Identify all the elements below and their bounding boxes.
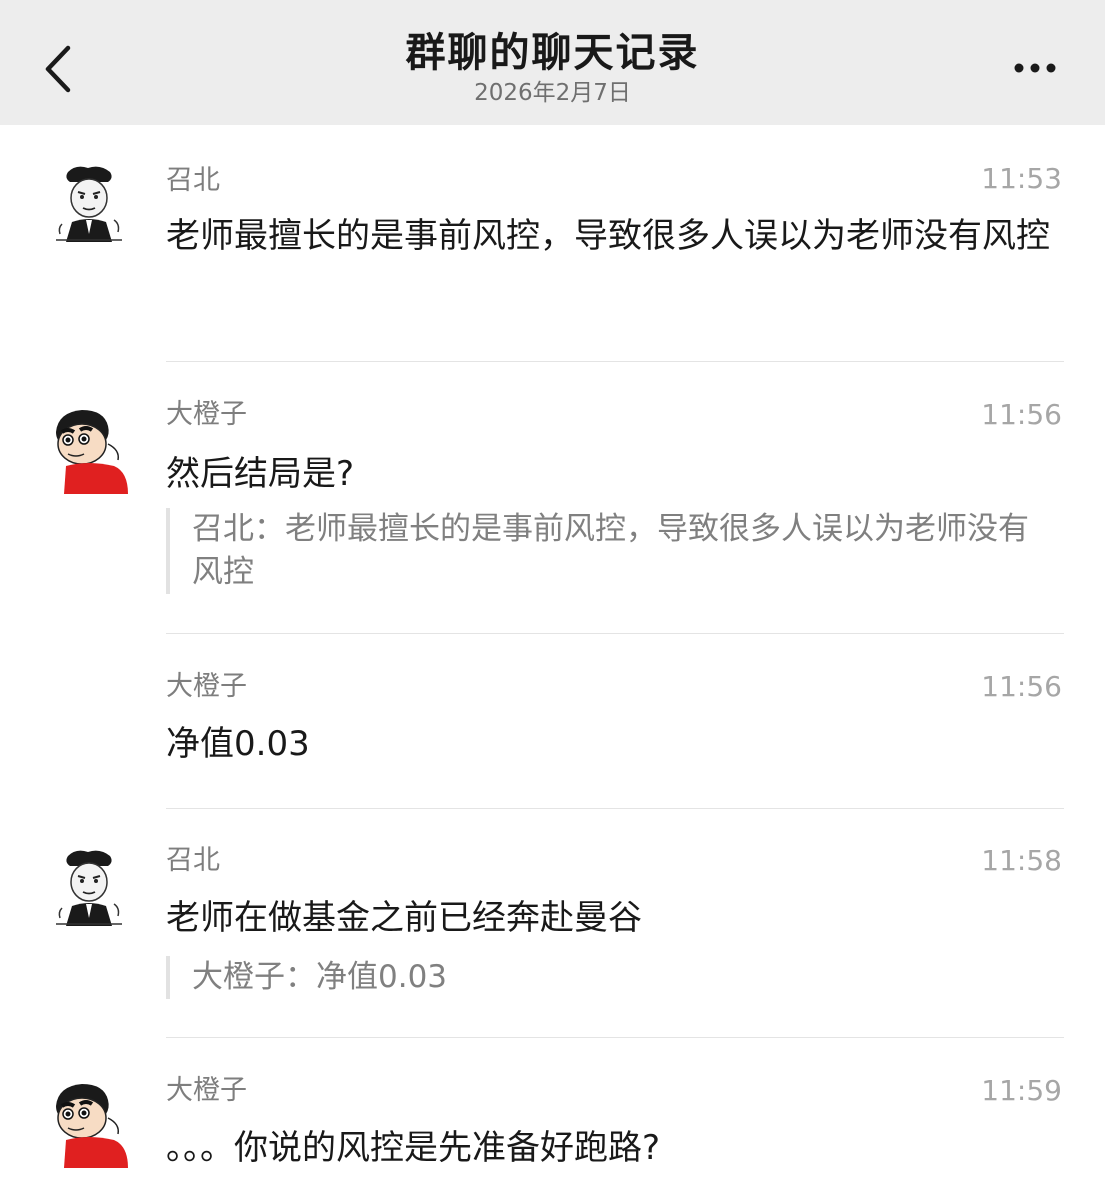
message-time: 11:56	[981, 398, 1062, 431]
message-time: 11:59	[981, 1074, 1062, 1107]
cartoon-boy-avatar[interactable]	[48, 1078, 130, 1168]
sender-name: 召北	[166, 165, 220, 196]
message-text: 净值0.03	[166, 724, 310, 764]
sender-name: 召北	[166, 845, 220, 876]
more-button[interactable]	[1005, 48, 1065, 88]
quoted-message[interactable]: 大橙子：净值0.03	[166, 956, 1046, 999]
quoted-message[interactable]: 召北：老师最擅长的是事前风控，导致很多人误以为老师没有风控	[166, 508, 1046, 594]
divider	[166, 633, 1064, 634]
divider	[166, 361, 1064, 362]
chat-history-header: 群聊的聊天记录 2026年2月7日	[0, 0, 1105, 125]
divider	[166, 1037, 1064, 1038]
cartoon-boy-avatar[interactable]	[48, 404, 130, 494]
message-time: 11:58	[981, 844, 1062, 877]
message-text: 然后结局是?	[166, 454, 355, 494]
message-text: 老师在做基金之前已经奔赴曼谷	[166, 898, 642, 938]
cartoon-boy-avatar-icon	[48, 404, 130, 494]
message-time: 11:53	[981, 162, 1062, 195]
sender-name: 大橙子	[166, 1075, 247, 1106]
meme-face-avatar-icon	[48, 848, 130, 930]
message-text: 。。。你说的风控是先准备好跑路?	[166, 1128, 661, 1168]
message-time: 11:56	[981, 670, 1062, 703]
more-horizontal-icon	[1014, 63, 1056, 73]
page-date: 2026年2月7日	[474, 80, 631, 106]
meme-face-avatar[interactable]	[48, 848, 130, 930]
meme-face-avatar[interactable]	[48, 164, 130, 246]
sender-name: 大橙子	[166, 671, 247, 702]
divider	[166, 808, 1064, 809]
page-title: 群聊的聊天记录	[405, 30, 700, 76]
cartoon-boy-avatar-icon	[48, 1078, 130, 1168]
meme-face-avatar-icon	[48, 164, 130, 246]
message-text: 老师最擅长的是事前风控，导致很多人误以为老师没有风控	[166, 216, 1050, 256]
sender-name: 大橙子	[166, 399, 247, 430]
